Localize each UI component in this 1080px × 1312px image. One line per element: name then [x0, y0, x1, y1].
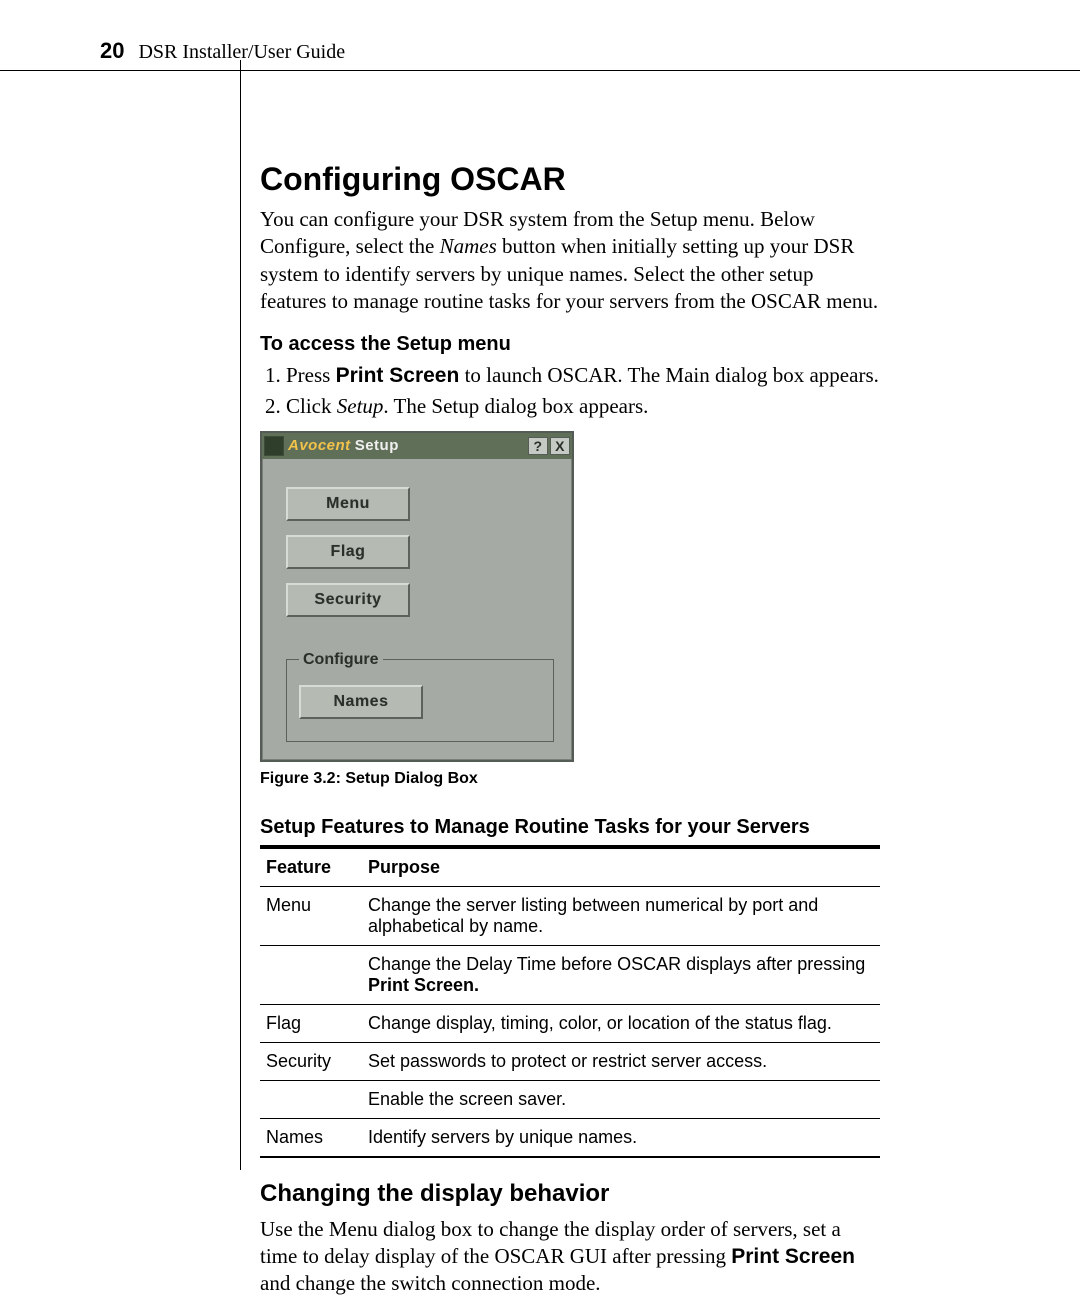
page-number: 20 [100, 38, 124, 64]
vertical-rule [240, 60, 241, 1170]
access-setup-heading: To access the Setup menu [260, 333, 880, 356]
help-button[interactable]: ? [528, 437, 548, 455]
security-button[interactable]: Security [286, 583, 410, 617]
table-row: Names Identify servers by unique names. [260, 1118, 880, 1157]
step1-bold: Print Screen [336, 364, 460, 387]
table-row: Flag Change display, timing, color, or l… [260, 1004, 880, 1042]
intro-paragraph: You can configure your DSR system from t… [260, 206, 880, 315]
subsection-heading: Changing the display behavior [260, 1180, 880, 1208]
cell-purpose: Identify servers by unique names. [362, 1118, 880, 1157]
features-table: Feature Purpose Menu Change the server l… [260, 845, 880, 1158]
running-header: 20 DSR Installer/User Guide [0, 38, 1080, 71]
intro-em-names: Names [440, 234, 497, 258]
section-heading: Configuring OSCAR [260, 161, 880, 198]
col-purpose: Purpose [362, 847, 880, 887]
dialog-titlebar: Avocent Setup ? X [262, 433, 572, 459]
step2-post: . The Setup dialog box appears. [383, 394, 648, 418]
col-feature: Feature [260, 847, 362, 887]
cell-purpose-bold: Print Screen. [368, 975, 479, 995]
cell-purpose: Change the server listing between numeri… [362, 886, 880, 945]
cell-purpose-pre: Change the Delay Time before OSCAR displ… [368, 954, 865, 974]
table-row: Enable the screen saver. [260, 1080, 880, 1118]
cell-feature: Flag [260, 1004, 362, 1042]
figure-caption: Figure 3.2: Setup Dialog Box [260, 770, 880, 788]
subsection-paragraph: Use the Menu dialog box to change the di… [260, 1216, 880, 1298]
close-button[interactable]: X [550, 437, 570, 455]
steps-list: Press Print Screen to launch OSCAR. The … [260, 362, 880, 421]
cell-feature: Names [260, 1118, 362, 1157]
table-row: Change the Delay Time before OSCAR displ… [260, 945, 880, 1004]
cell-purpose: Change the Delay Time before OSCAR displ… [362, 945, 880, 1004]
figure-3-2: Avocent Setup ? X Menu Flag Security Con… [260, 431, 880, 762]
cell-purpose: Change display, timing, color, or locati… [362, 1004, 880, 1042]
flag-button[interactable]: Flag [286, 535, 410, 569]
step-1: Press Print Screen to launch OSCAR. The … [286, 362, 880, 389]
cell-feature [260, 1080, 362, 1118]
setup-dialog: Avocent Setup ? X Menu Flag Security Con… [260, 431, 574, 762]
para-bold: Print Screen [731, 1245, 855, 1268]
table-row: Security Set passwords to protect or res… [260, 1042, 880, 1080]
dialog-title: Setup [355, 437, 399, 454]
step1-post: to launch OSCAR. The Main dialog box app… [459, 363, 879, 387]
cell-feature: Menu [260, 886, 362, 945]
brand-label: Avocent [288, 437, 351, 454]
page: 20 DSR Installer/User Guide Configuring … [0, 0, 1080, 1298]
configure-group: Configure Names [286, 651, 554, 742]
cell-feature: Security [260, 1042, 362, 1080]
names-button[interactable]: Names [299, 685, 423, 719]
step2-pre: Click [286, 394, 337, 418]
step2-em: Setup [337, 394, 384, 418]
table-row: Menu Change the server listing between n… [260, 886, 880, 945]
dialog-body: Menu Flag Security Configure Names [262, 459, 572, 760]
configure-legend: Configure [299, 651, 383, 669]
body-column: Configuring OSCAR You can configure your… [260, 161, 880, 1298]
menu-button[interactable]: Menu [286, 487, 410, 521]
step1-pre: Press [286, 363, 336, 387]
avocent-logo-icon [264, 436, 284, 456]
cell-feature [260, 945, 362, 1004]
table-title: Setup Features to Manage Routine Tasks f… [260, 816, 880, 839]
cell-purpose: Set passwords to protect or restrict ser… [362, 1042, 880, 1080]
cell-purpose: Enable the screen saver. [362, 1080, 880, 1118]
step-2: Click Setup. The Setup dialog box appear… [286, 393, 880, 420]
doc-title: DSR Installer/User Guide [138, 41, 345, 64]
para-post: and change the switch connection mode. [260, 1271, 601, 1295]
